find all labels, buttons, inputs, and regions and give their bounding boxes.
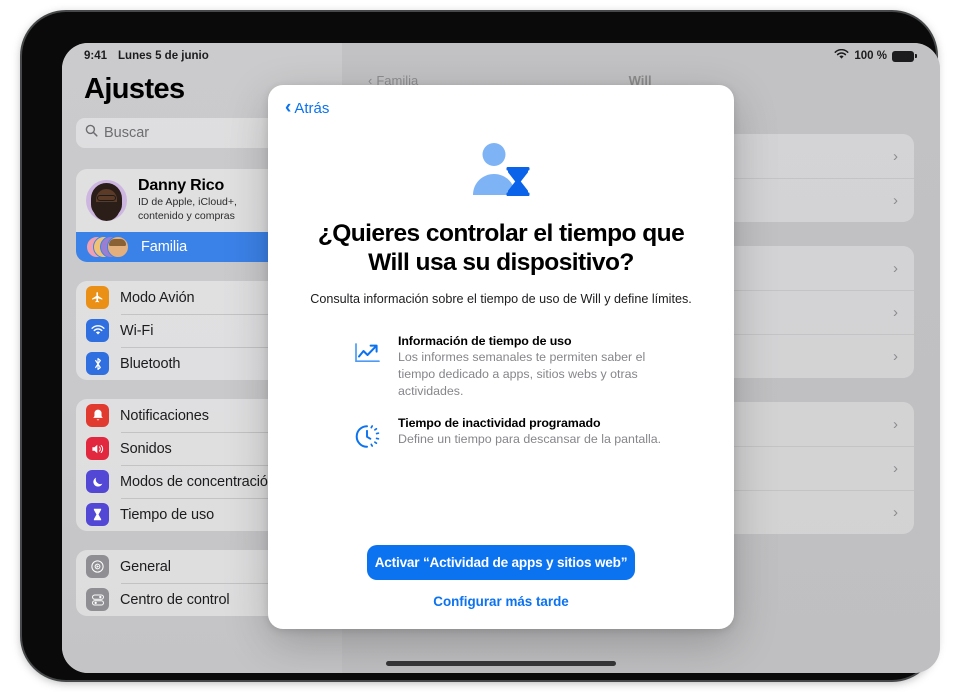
feature-title: Tiempo de inactividad programado [398,416,601,431]
status-bar-right: 100 % [834,48,917,63]
feature-text: Tiempo de inactividad programado Define … [398,416,661,449]
home-indicator [386,661,616,666]
feature-title: Información de tiempo de uso [398,333,572,348]
gear-icon [86,555,109,579]
family-avatars-icon [86,235,130,259]
sidebar-item-label: Modos de concentración [120,473,276,490]
chevron-right-icon: › [893,303,898,321]
profile-text: Danny Rico ID de Apple, iCloud+, conteni… [138,177,278,223]
modal-back-button[interactable]: ‹ Atrás [268,85,734,117]
sidebar-item-label: Sonidos [120,440,172,457]
sidebar-item-label: Centro de control [120,591,230,608]
speaker-icon [86,437,109,461]
ipad-screen: 9:41 Lunes 5 de junio 100 % Ajustes Busc… [62,43,940,673]
status-time: 9:41 [84,50,108,62]
airplane-icon [86,286,109,310]
moon-icon [86,470,109,494]
status-date: Lunes 5 de junio [118,50,209,62]
battery-icon [892,50,917,62]
profile-name: Danny Rico [138,177,225,194]
enable-app-web-activity-button[interactable]: Activar “Actividad de apps y sitios web” [367,545,635,580]
chevron-right-icon: › [893,259,898,277]
sidebar-item-label: Familia [141,239,188,256]
chevron-left-icon: ‹ [285,97,292,119]
feature-list: Información de tiempo de uso Los informe… [268,334,734,467]
sidebar-item-label: Modo Avión [120,289,195,306]
chevron-right-icon: › [893,191,898,209]
bluetooth-icon [86,352,109,376]
wifi-icon [834,48,849,63]
control-center-icon [86,588,109,612]
sidebar-item-label: Bluetooth [120,355,181,372]
feature-item-screen-time-reports: Información de tiempo de uso Los informe… [352,334,668,400]
hourglass-icon [86,503,109,527]
bell-icon [86,404,109,428]
chart-trend-up-icon [352,334,382,400]
profile-subtitle: ID de Apple, iCloud+, contenido y compra… [138,196,237,222]
modal-title: ¿Quieres controlar el tiempo que Will us… [317,220,685,277]
feature-text: Información de tiempo de uso Los informe… [398,334,668,400]
search-icon [85,124,98,142]
status-bar-left: 9:41 Lunes 5 de junio [84,50,209,62]
ipad-device-frame: 9:41 Lunes 5 de junio 100 % Ajustes Busc… [22,12,940,680]
feature-description: Los informes semanales te permiten saber… [398,349,646,398]
chevron-right-icon: › [893,415,898,433]
chevron-right-icon: › [893,459,898,477]
modal-subtitle: Consulta información sobre el tiempo de … [310,291,692,306]
status-bar: 9:41 Lunes 5 de junio 100 % [62,43,940,69]
sidebar-item-label: Tiempo de uso [120,506,215,523]
feature-description: Define un tiempo para descansar de la pa… [398,432,662,447]
avatar [86,179,127,221]
person-with-hourglass-icon [463,141,539,197]
chevron-right-icon: › [893,147,898,165]
battery-percent: 100 % [854,50,887,62]
screen-time-setup-modal: ‹ Atrás ¿Quieres controlar el tiempo que… [268,85,734,629]
modal-back-label: Atrás [294,100,330,117]
wifi-icon [86,319,109,343]
downtime-clock-icon [352,416,382,449]
sidebar-item-label: Wi-Fi [120,322,154,339]
sidebar-item-label: General [120,558,171,575]
sidebar-item-label: Notificaciones [120,407,209,424]
search-placeholder: Buscar [104,125,150,141]
chevron-right-icon: › [893,347,898,365]
setup-later-button[interactable]: Configurar más tarde [268,594,734,609]
modal-actions: Activar “Actividad de apps y sitios web”… [268,545,734,629]
chevron-right-icon: › [893,503,898,521]
feature-item-downtime: Tiempo de inactividad programado Define … [352,416,668,449]
